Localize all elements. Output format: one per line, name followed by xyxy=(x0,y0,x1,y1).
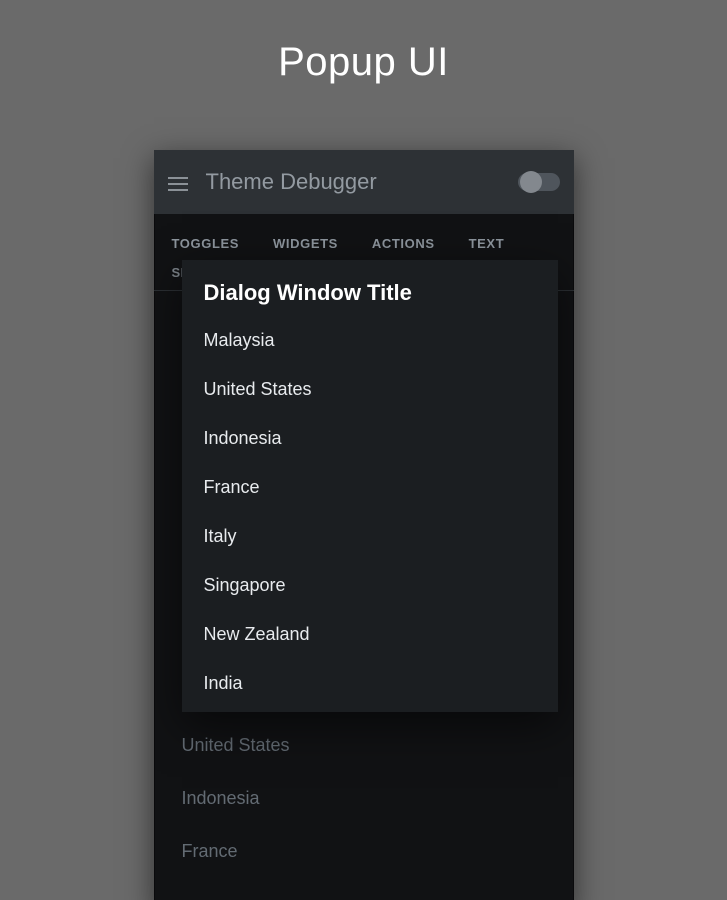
tab-toggles[interactable]: TOGGLES xyxy=(172,236,240,251)
dialog-option-new-zealand[interactable]: New Zealand xyxy=(182,610,558,659)
dialog-option-malaysia[interactable]: Malaysia xyxy=(182,316,558,365)
app-bar: Theme Debugger xyxy=(154,150,574,214)
tab-widgets[interactable]: WIDGETS xyxy=(273,236,338,251)
theme-toggle[interactable] xyxy=(518,173,560,191)
phone-frame: Theme Debugger TOGGLES WIDGETS ACTIONS T… xyxy=(154,150,574,900)
dialog-option-india[interactable]: India xyxy=(182,659,558,708)
menu-icon[interactable] xyxy=(168,173,188,191)
tab-text[interactable]: TEXT xyxy=(469,236,505,251)
dialog-option-united-states[interactable]: United States xyxy=(182,365,558,414)
dialog-option-indonesia[interactable]: Indonesia xyxy=(182,414,558,463)
page-title: Popup UI xyxy=(0,0,727,85)
dialog-option-italy[interactable]: Italy xyxy=(182,512,558,561)
background-list: United States Indonesia France xyxy=(154,711,574,878)
app-title: Theme Debugger xyxy=(206,169,500,195)
dialog-option-singapore[interactable]: Singapore xyxy=(182,561,558,610)
list-item[interactable]: France xyxy=(178,825,550,878)
dialog-popup: Dialog Window Title Malaysia United Stat… xyxy=(182,260,558,712)
tab-actions[interactable]: ACTIONS xyxy=(372,236,435,251)
list-item[interactable]: Indonesia xyxy=(178,772,550,825)
dialog-title: Dialog Window Title xyxy=(182,276,558,316)
list-item[interactable]: United States xyxy=(178,719,550,772)
dialog-option-france[interactable]: France xyxy=(182,463,558,512)
tab-row: TOGGLES WIDGETS ACTIONS TEXT xyxy=(154,214,574,265)
